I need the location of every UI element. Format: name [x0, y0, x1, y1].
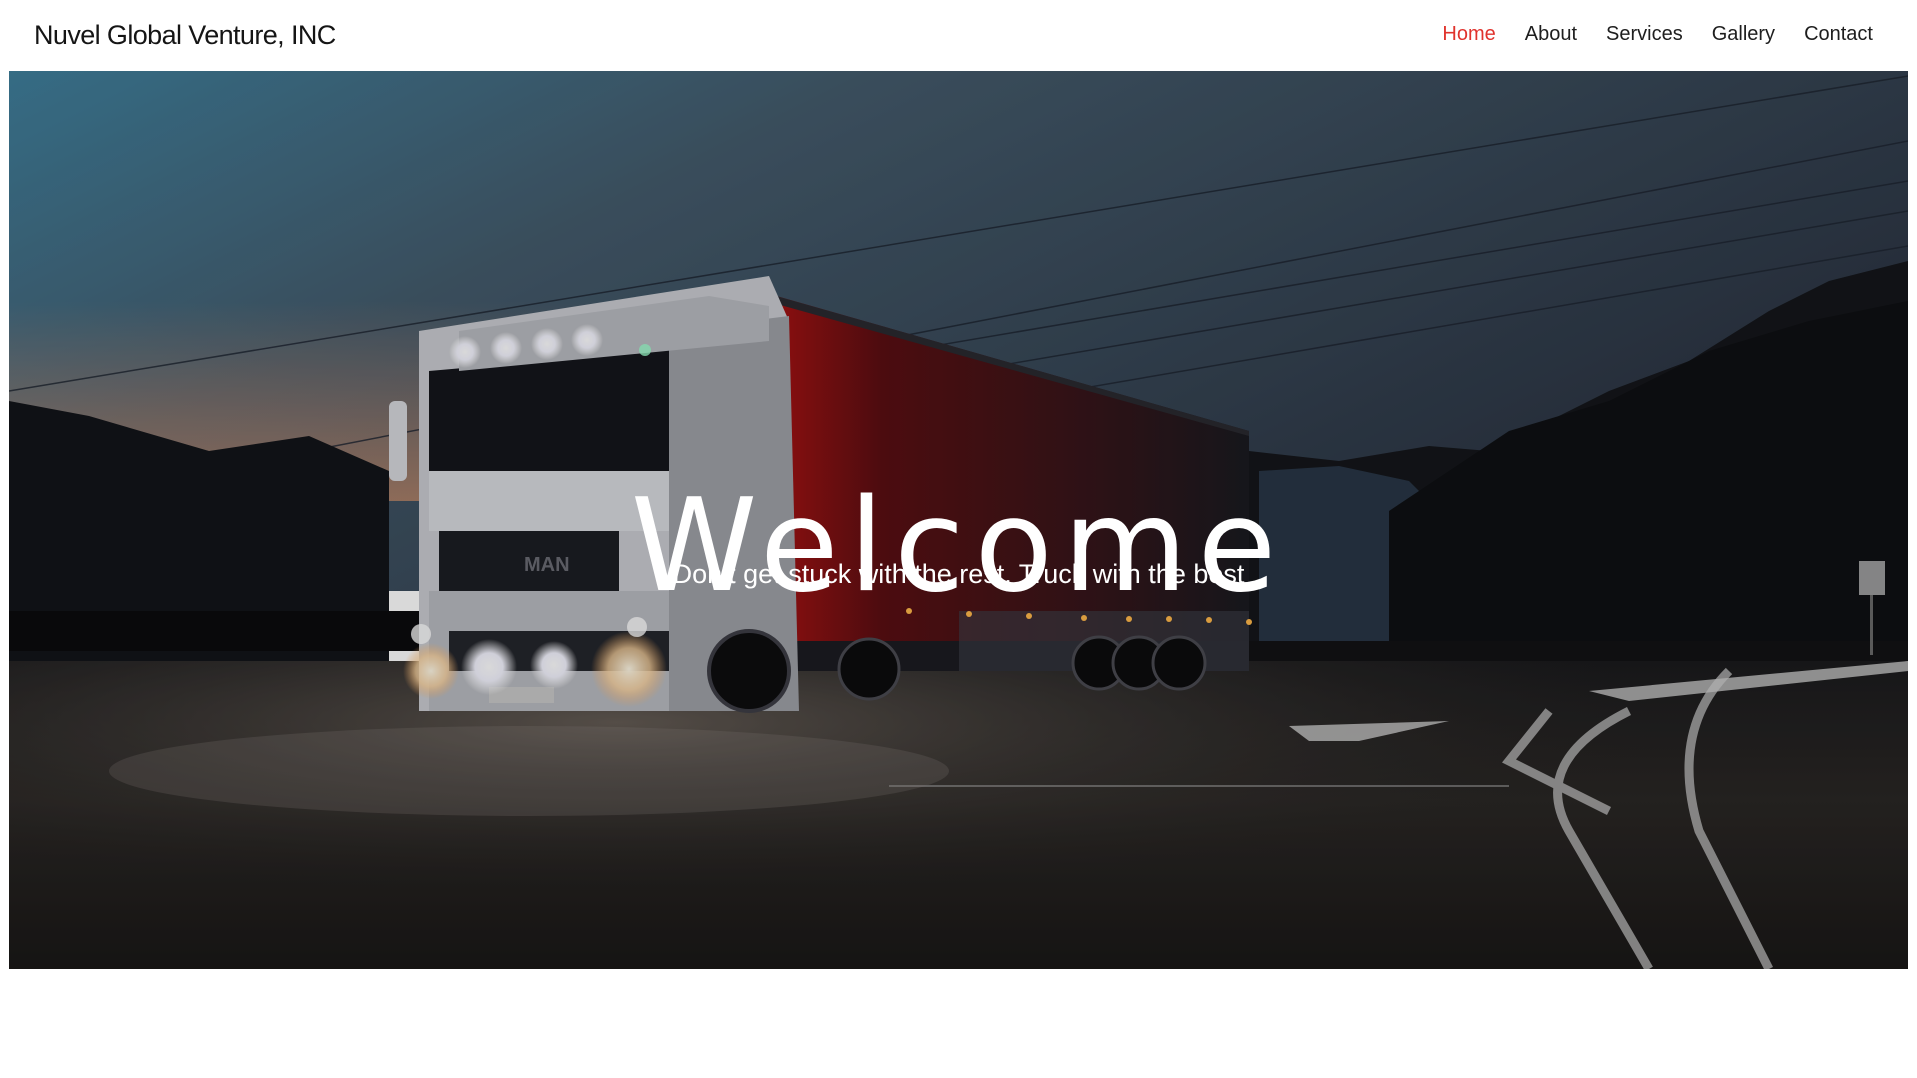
nav-services[interactable]: Services: [1606, 20, 1683, 48]
nav-gallery[interactable]: Gallery: [1712, 20, 1775, 48]
hero-title: Welcome: [630, 471, 1287, 621]
hero-banner: MAN Welcome Don’t get stuck with the res…: [9, 71, 1908, 969]
nav-contact[interactable]: Contact: [1804, 20, 1873, 48]
site-header: Nuvel Global Venture, INC Home About Ser…: [0, 0, 1917, 71]
brand-logo-text[interactable]: Nuvel Global Venture, INC: [34, 18, 336, 52]
nav-about[interactable]: About: [1525, 20, 1577, 48]
page-below-hero: [0, 969, 1917, 1078]
hero-tagline: Don’t get stuck with the rest, Truck wit…: [672, 559, 1245, 589]
nav-home[interactable]: Home: [1442, 20, 1495, 48]
main-nav: Home About Services Gallery Contact: [1442, 20, 1873, 48]
